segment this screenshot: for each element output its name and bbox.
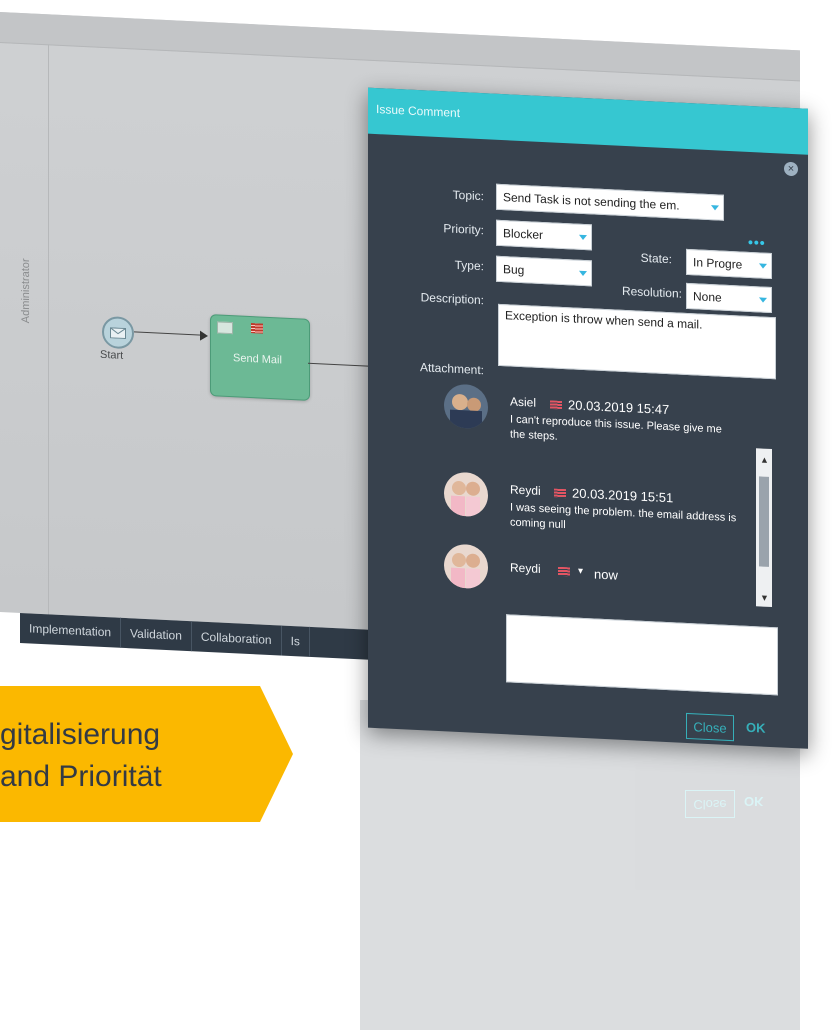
reflected-close-button: Close [685,790,735,818]
arrow-head-icon [200,330,208,341]
reflection: Close OK [300,700,800,1030]
type-value: Bug [503,262,525,278]
chevron-down-icon [759,297,767,303]
comment-text: I can't reproduce this issue. Please giv… [510,413,722,443]
send-mail-task[interactable]: Send Mail [210,314,310,401]
avatar-photo [444,543,488,590]
new-comment-author: Reydi [510,560,541,576]
avatar-photo [444,471,488,518]
comment-date: 20.03.2019 15:51 [572,485,674,506]
start-event[interactable] [102,315,134,350]
chevron-down-icon[interactable]: ▾ [578,566,583,577]
topic-value: Send Task is not sending the em. [503,190,680,213]
lane-label: Administrator [20,258,32,324]
state-select[interactable]: In Progre [686,248,772,280]
chevron-down-icon [579,270,587,277]
priority-icon [550,400,562,410]
banner: gitalisierung and Priorität [0,686,295,822]
close-icon[interactable]: × [784,161,798,177]
sequence-flow-out [308,362,368,367]
scroll-up-icon[interactable]: ▲ [760,454,769,464]
avatar-photo [444,383,488,430]
app-screen: Administrator Start Send Mail Implementa… [0,0,808,757]
description-field[interactable]: Exception is throw when send a mail. [498,303,776,380]
comment-text: I was seeing the problem. the email addr… [510,501,737,532]
avatar [444,383,488,430]
new-comment-input[interactable] [506,614,778,696]
description-label: Description: [420,290,484,308]
new-comment-time: now [594,566,618,583]
chevron-down-icon [711,205,719,211]
more-icon[interactable]: ••• [748,234,766,251]
type-label: Type: [454,257,484,274]
reflected-dialog [360,700,800,1030]
canvas-header [0,12,800,82]
priority-icon [251,323,263,334]
scrollbar-thumb[interactable] [759,476,769,567]
banner-shape [0,686,293,822]
scene: Administrator Start Send Mail Implementa… [0,0,833,1031]
comment-author: Reydi [510,482,541,498]
mail-icon [217,321,233,335]
reflected-ok-button: OK [744,794,764,809]
state-label: State: [640,250,672,267]
priority-icon[interactable] [558,566,570,577]
resolution-label: Resolution: [621,283,682,301]
attachment-label: Attachment: [419,360,484,378]
envelope-icon [110,326,126,339]
task-label: Send Mail [233,352,282,367]
type-select[interactable]: Bug [496,255,592,287]
start-event-label: Start [100,348,124,362]
chevron-down-icon [579,234,587,241]
scroll-down-icon[interactable]: ▼ [760,592,769,602]
comment-date: 20.03.2019 15:47 [568,397,670,418]
issue-comment-dialog: Issue Comment × Topic: Send Task is not … [368,87,808,749]
sequence-flow [134,331,204,336]
state-value: In Progre [693,255,743,272]
tab-validation[interactable]: Validation [121,617,192,652]
topic-label: Topic: [452,187,484,204]
tab-issues[interactable]: Is [281,625,310,657]
tab-implementation[interactable]: Implementation [20,612,122,648]
topic-field[interactable]: Send Task is not sending the em. [496,183,724,221]
priority-value: Blocker [503,226,544,243]
priority-icon [554,488,566,499]
chevron-down-icon [759,263,767,269]
resolution-value: None [693,289,722,305]
comment-author: Asiel [510,394,537,410]
banner-line-2: and Priorität [0,760,162,793]
priority-label: Priority: [443,221,484,238]
dialog-title: Issue Comment [376,102,461,121]
avatar [444,471,488,518]
lane-separator [48,44,49,615]
avatar [444,543,488,590]
priority-select[interactable]: Blocker [496,219,592,251]
resolution-select[interactable]: None [686,282,772,314]
banner-line-1: gitalisierung [0,718,161,751]
tab-collaboration[interactable]: Collaboration [191,621,282,656]
